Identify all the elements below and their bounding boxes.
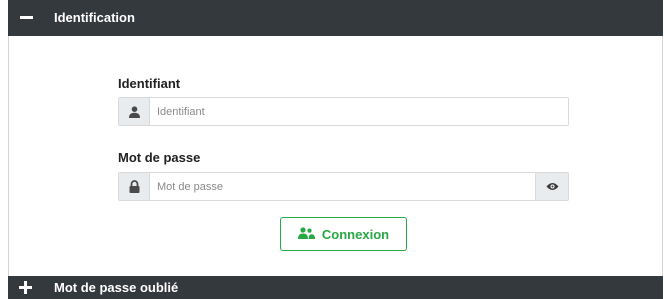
plus-icon[interactable]	[8, 276, 42, 299]
username-input[interactable]	[150, 98, 568, 125]
username-label: Identifiant	[118, 76, 181, 91]
login-button[interactable]: Connexion	[280, 217, 407, 251]
password-input-group	[118, 172, 569, 201]
forgot-password-title: Mot de passe oublié	[54, 280, 179, 295]
login-button-label: Connexion	[321, 226, 390, 242]
forgot-password-section-header[interactable]: Mot de passe oublié	[8, 276, 663, 299]
password-input[interactable]	[150, 173, 535, 200]
identification-section-header[interactable]: Identification	[8, 0, 663, 36]
identification-title: Identification	[54, 9, 135, 25]
eye-icon[interactable]	[535, 173, 568, 200]
user-icon	[119, 98, 150, 125]
lock-icon	[119, 173, 150, 200]
users-icon	[297, 226, 315, 242]
minus-icon[interactable]	[8, 0, 44, 36]
password-label: Mot de passe	[118, 150, 201, 165]
username-input-group	[118, 97, 569, 126]
